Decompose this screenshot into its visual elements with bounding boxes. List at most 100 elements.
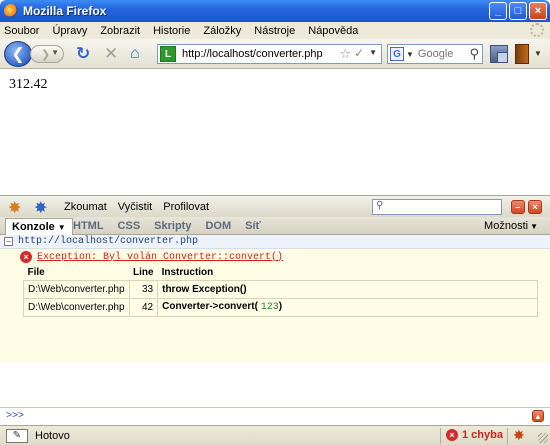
firebug-toolbar: ✸ ✸ Zkoumat Vyčistit Profilovat ⚲ – × — [0, 195, 550, 217]
console-group-header[interactable]: – http://localhost/converter.php — [0, 235, 550, 249]
window-title: Mozilla Firefox — [23, 4, 107, 18]
tab-scripts[interactable]: Skripty — [154, 220, 191, 232]
trace-instruction-close: ) — [278, 301, 283, 312]
url-text[interactable]: http://localhost/converter.php — [182, 48, 323, 60]
chevron-down-icon: ▼ — [530, 222, 538, 231]
chevron-down-icon[interactable]: ▼ — [58, 223, 66, 232]
menu-item-soubor[interactable]: Soubor — [4, 25, 39, 37]
trace-line: 42 — [128, 297, 159, 317]
throbber-icon — [530, 23, 544, 37]
collapse-icon[interactable]: – — [4, 237, 13, 246]
menu-item-nastroje[interactable]: Nástroje — [254, 25, 295, 37]
menu-item-upravy[interactable]: Úpravy — [52, 25, 87, 37]
site-favicon-icon: L — [160, 46, 176, 62]
home-icon[interactable]: ⌂ — [130, 45, 140, 63]
error-message-link[interactable]: Exception: Byl volán Converter::convert(… — [37, 252, 283, 263]
error-count: 1 chyba — [462, 429, 503, 441]
window-controls: _ □ × — [489, 2, 547, 20]
firebug-status-icon[interactable]: ✸ — [513, 427, 525, 444]
back-button[interactable]: ❮ — [4, 41, 32, 67]
command-line: >>> ▲ — [0, 407, 550, 425]
options-menu-button[interactable]: Možnosti ▼ — [484, 220, 538, 232]
google-engine-icon[interactable]: G — [390, 47, 404, 61]
trace-file[interactable]: D:\Web\converter.php — [23, 297, 130, 317]
search-bar[interactable]: G ▼ ⚲ — [387, 44, 483, 64]
divider — [507, 428, 508, 444]
trace-instruction: throw Exception() — [157, 279, 538, 299]
url-dropdown-icon[interactable]: ▼ — [369, 48, 377, 57]
search-icon[interactable]: ⚲ — [469, 46, 479, 62]
maximize-button[interactable]: □ — [509, 2, 527, 20]
bookmark-book-icon[interactable]: ▼ — [515, 44, 542, 64]
minimize-button[interactable]: _ — [489, 2, 507, 20]
bookmark-star-icon[interactable]: ☆ — [339, 46, 351, 62]
trace-file[interactable]: D:\Web\converter.php — [23, 279, 130, 299]
expand-command-icon[interactable]: ▲ — [532, 410, 544, 422]
clear-button[interactable]: Vyčistit — [118, 201, 152, 213]
firebug-search-input[interactable]: ⚲ — [372, 199, 502, 215]
menu-bar: Soubor Úpravy Zobrazit Historie Záložky … — [0, 22, 550, 39]
options-label: Možnosti — [484, 220, 529, 232]
divider — [440, 428, 441, 444]
history-dropdown-icon[interactable]: ▼ — [51, 48, 59, 57]
page-content: 312.42 — [0, 70, 550, 194]
title-bar: Mozilla Firefox _ □ × — [0, 0, 550, 22]
engine-dropdown-icon[interactable]: ▼ — [406, 50, 414, 59]
firebug-tabs-bar: Konzole ▼ HTML CSS Skripty DOM Síť Možnos… — [0, 217, 550, 235]
inspect-button[interactable]: Zkoumat — [64, 201, 107, 213]
column-header-line: Line — [129, 265, 158, 281]
menu-item-napoveda[interactable]: Nápověda — [308, 25, 358, 37]
profile-button[interactable]: Profilovat — [163, 201, 209, 213]
tab-dom[interactable]: DOM — [205, 220, 231, 232]
column-header-file: File — [23, 265, 130, 281]
status-bar: ✎ Hotovo × 1 chyba ✸ — [0, 425, 550, 445]
forward-button[interactable]: ❯ ▼ — [30, 45, 64, 63]
converter-result: 312.42 — [9, 77, 48, 92]
tab-net[interactable]: Síť — [245, 220, 261, 232]
resize-grip-icon[interactable] — [538, 433, 548, 443]
arrow-right-icon: ❯ — [41, 48, 51, 61]
search-icon: ⚲ — [376, 200, 384, 211]
inspect-icon[interactable]: ✸ — [34, 198, 47, 218]
firefox-logo-icon — [4, 4, 18, 18]
firebug-tabs: HTML CSS Skripty DOM Síť — [73, 220, 261, 232]
trace-line: 33 — [128, 279, 159, 299]
trace-instruction-cell: Converter->convert( 123) — [157, 297, 538, 317]
navigation-toolbar: ❮ ❯ ▼ ↻ ✕ ⌂ L http://localhost/converter.… — [0, 39, 550, 69]
firebug-close-button[interactable]: × — [528, 200, 542, 214]
search-input[interactable] — [417, 48, 472, 60]
firebug-minimize-button[interactable]: – — [511, 200, 525, 214]
menu-item-zobrazit[interactable]: Zobrazit — [100, 25, 140, 37]
tab-html[interactable]: HTML — [73, 220, 104, 232]
reload-icon[interactable]: ↻ — [76, 45, 90, 63]
command-input[interactable] — [30, 410, 520, 424]
table-row[interactable]: D:\Web\converter.php 33 throw Exception(… — [23, 279, 538, 299]
firebug-bug-icon[interactable]: ✸ — [8, 198, 21, 218]
error-icon: × — [446, 429, 458, 441]
tab-css[interactable]: CSS — [118, 220, 141, 232]
console-panel: – http://localhost/converter.php × Excep… — [0, 235, 550, 407]
status-error-indicator[interactable]: × 1 chyba — [446, 429, 503, 441]
menu-item-zalozky[interactable]: Záložky — [203, 25, 241, 37]
trace-argument: 123 — [260, 302, 279, 313]
command-prompt: >>> — [6, 411, 25, 422]
firebug-actions: Zkoumat Vyčistit Profilovat — [64, 201, 209, 213]
stack-trace-table: File Line Instruction D:\Web\converter.p… — [23, 265, 538, 317]
stop-icon[interactable]: ✕ — [104, 45, 118, 63]
error-header: × Exception: Byl volán Converter::conver… — [20, 251, 283, 263]
status-page-icon[interactable]: ✎ — [6, 429, 28, 443]
status-text: Hotovo — [35, 430, 70, 442]
book-dropdown-icon[interactable]: ▼ — [534, 49, 542, 58]
close-button[interactable]: × — [529, 2, 547, 20]
tab-console[interactable]: Konzole ▼ — [5, 218, 73, 235]
error-entry: × Exception: Byl volán Converter::conver… — [0, 249, 550, 362]
menu-item-historie[interactable]: Historie — [153, 25, 190, 37]
column-header-instruction: Instruction — [157, 265, 538, 281]
table-row[interactable]: D:\Web\converter.php 42 Converter->conve… — [23, 297, 538, 317]
arrow-left-icon: ❮ — [11, 46, 25, 63]
error-icon: × — [20, 251, 32, 263]
window-toolbar-icon[interactable] — [490, 45, 508, 63]
check-icon: ✓ — [353, 46, 364, 60]
console-source-url[interactable]: http://localhost/converter.php — [18, 236, 198, 247]
url-bar[interactable]: L http://localhost/converter.php ☆ ✓ ▼ — [157, 44, 382, 64]
